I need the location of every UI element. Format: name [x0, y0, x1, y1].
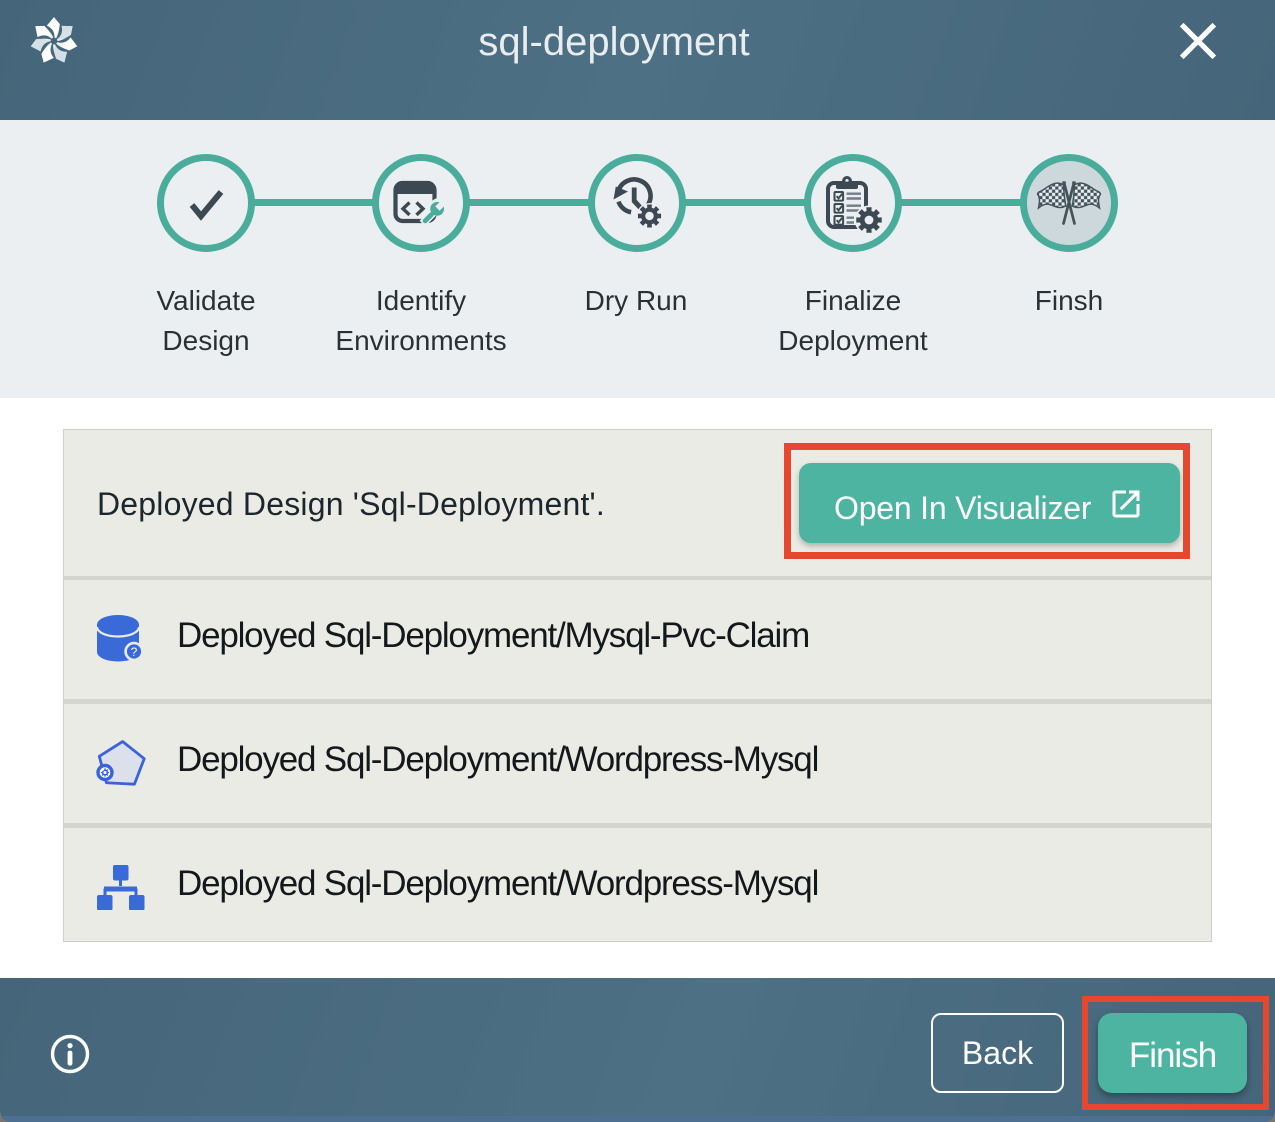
svg-text:?: ? — [131, 645, 138, 659]
